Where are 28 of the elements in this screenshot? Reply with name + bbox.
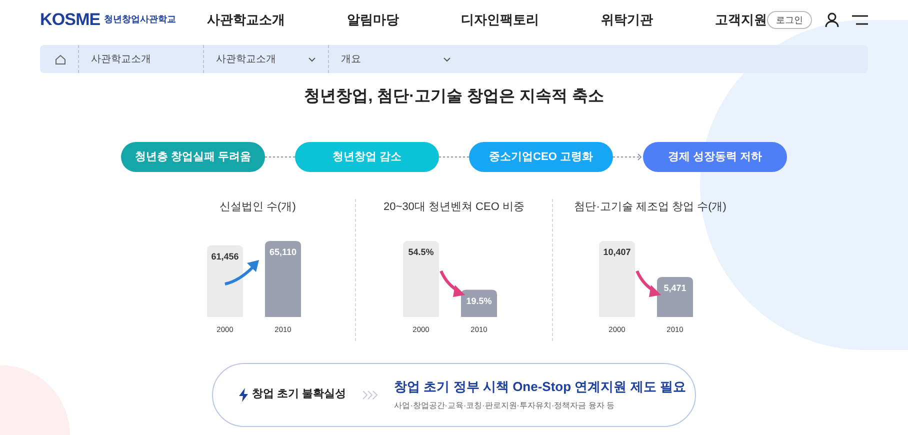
value-label: 10,407 bbox=[604, 246, 632, 256]
step-pill: 청년창업 감소 bbox=[295, 142, 439, 172]
step-pill: 중소기업CEO 고령화 bbox=[469, 142, 613, 172]
nav-link[interactable]: 디자인팩토리 bbox=[461, 10, 539, 30]
nav-link[interactable]: 알림마당 bbox=[347, 10, 399, 30]
problem-label: 창업 초기 불확실성 bbox=[252, 387, 346, 402]
breadcrumb-link[interactable]: 사관학교소개 bbox=[78, 45, 203, 73]
login-button[interactable]: 로그인 bbox=[767, 11, 812, 29]
section-title: 청년창업, 첨단·고기술 창업은 지속적 축소 bbox=[303, 87, 605, 107]
value-label: 61,456 bbox=[210, 250, 238, 261]
logo-subtitle: 청년창업사관학교 bbox=[104, 13, 176, 26]
value-label: 65,110 bbox=[269, 246, 296, 256]
value-label: 54.5% bbox=[408, 246, 434, 256]
nav-link[interactable]: 사관학교소개 bbox=[207, 10, 285, 30]
breadcrumb-dropdown[interactable]: 사관학교소개 bbox=[203, 45, 328, 73]
breadcrumb-dropdown[interactable]: 개요 bbox=[328, 45, 463, 73]
step-pill: 청년층 창업실패 두려움 bbox=[121, 142, 265, 172]
solution-heading: 창업 초기 정부 시책 One-Stop 연계지원 제도 필요 bbox=[394, 378, 686, 396]
nav-link[interactable]: 위탁기관 bbox=[601, 10, 653, 30]
value-label: 19.5% bbox=[466, 295, 492, 306]
logo[interactable]: KOSME bbox=[40, 7, 100, 33]
step-pill: 경제 성장동력 저하 bbox=[643, 142, 787, 172]
chart-title: 20~30대 청년벤쳐 CEO 비중 bbox=[384, 200, 524, 215]
value-label: 5,471 bbox=[664, 282, 687, 293]
chart-title: 신설법인 수(개) bbox=[219, 200, 296, 215]
chart-title: 첨단·고기술 제조업 창업 수(개) bbox=[574, 200, 726, 215]
solution-detail: 사업·창업공간·교육·코칭·판로지원·투자유치·정책자금 융자 등 bbox=[394, 400, 616, 412]
nav-link[interactable]: 고객지원 bbox=[715, 10, 767, 30]
